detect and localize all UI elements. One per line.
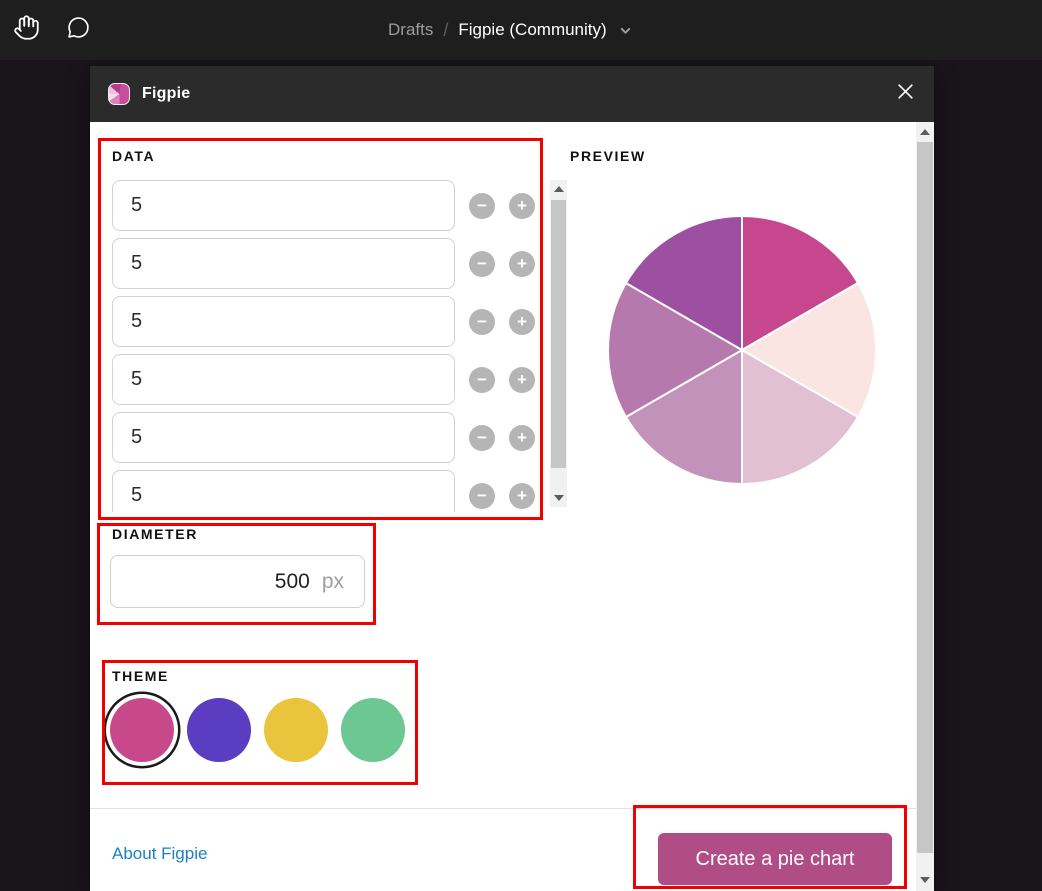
decrement-button[interactable]: −: [469, 251, 495, 277]
breadcrumb-separator: /: [443, 20, 448, 41]
diameter-value[interactable]: 500: [111, 570, 310, 594]
theme-swatch-green[interactable]: [341, 698, 405, 762]
theme-swatch-row: [110, 698, 405, 762]
chevron-down-icon[interactable]: [619, 24, 632, 37]
plugin-body: DATA −+−+−+−+−+−+ PREVIEW DIAMETER 500 p…: [90, 122, 934, 891]
figma-toolbar: Drafts / Figpie (Community): [0, 0, 1042, 60]
theme-section-label: THEME: [112, 668, 169, 684]
decrement-button[interactable]: −: [469, 483, 495, 509]
breadcrumb: Drafts / Figpie (Community): [388, 0, 632, 60]
increment-button[interactable]: +: [509, 483, 535, 509]
diameter-section-label: DIAMETER: [112, 526, 198, 542]
decrement-button[interactable]: −: [469, 425, 495, 451]
increment-button[interactable]: +: [509, 425, 535, 451]
footer-divider: [90, 808, 916, 809]
data-value-input-5[interactable]: [112, 412, 455, 463]
decrement-button[interactable]: −: [469, 367, 495, 393]
data-value-input-1[interactable]: [112, 180, 455, 231]
preview-section-label: PREVIEW: [570, 148, 646, 164]
plugin-title: Figpie: [142, 85, 190, 103]
data-row: −+: [112, 238, 538, 289]
hand-tool-button[interactable]: [12, 16, 40, 44]
theme-swatch-purple[interactable]: [187, 698, 251, 762]
data-value-input-6[interactable]: [112, 470, 455, 512]
increment-button[interactable]: +: [509, 193, 535, 219]
pie-chart-preview: [605, 213, 879, 487]
data-row: −+: [112, 354, 538, 405]
close-button[interactable]: [894, 83, 916, 105]
diameter-input[interactable]: 500 px: [110, 555, 365, 608]
data-row: −+: [112, 412, 538, 463]
breadcrumb-drafts[interactable]: Drafts: [388, 20, 433, 40]
increment-button[interactable]: +: [509, 251, 535, 277]
figpie-plugin-window: Figpie DATA −+−+−+−+−+−+ PREVIEW DIAMETE…: [90, 66, 934, 891]
theme-swatch-pink[interactable]: [110, 698, 174, 762]
create-pie-chart-button[interactable]: Create a pie chart: [658, 833, 892, 885]
comment-tool-button[interactable]: [64, 16, 92, 44]
breadcrumb-file-name[interactable]: Figpie (Community): [458, 20, 606, 40]
data-list-scrollbar[interactable]: [550, 180, 567, 507]
data-row: −+: [112, 180, 538, 231]
decrement-button[interactable]: −: [469, 193, 495, 219]
data-row: −+: [112, 470, 538, 512]
data-value-input-2[interactable]: [112, 238, 455, 289]
decrement-button[interactable]: −: [469, 309, 495, 335]
data-rows-list: −+−+−+−+−+−+: [112, 180, 538, 512]
plugin-scrollbar-thumb[interactable]: [917, 142, 933, 853]
increment-button[interactable]: +: [509, 309, 535, 335]
plugin-header: Figpie: [90, 66, 934, 122]
data-value-input-4[interactable]: [112, 354, 455, 405]
comment-icon: [66, 15, 91, 45]
pie-chart-svg: [605, 213, 879, 487]
plugin-scrollbar[interactable]: [916, 122, 934, 891]
hand-icon: [13, 14, 40, 46]
data-row: −+: [112, 296, 538, 347]
data-scrollbar-thumb[interactable]: [551, 200, 566, 468]
theme-swatch-yellow[interactable]: [264, 698, 328, 762]
data-value-input-3[interactable]: [112, 296, 455, 347]
figpie-logo-icon: [108, 83, 130, 105]
diameter-unit-label: px: [322, 570, 364, 594]
increment-button[interactable]: +: [509, 367, 535, 393]
close-icon: [896, 82, 915, 106]
about-figpie-link[interactable]: About Figpie: [112, 844, 207, 864]
data-section-label: DATA: [112, 148, 155, 164]
